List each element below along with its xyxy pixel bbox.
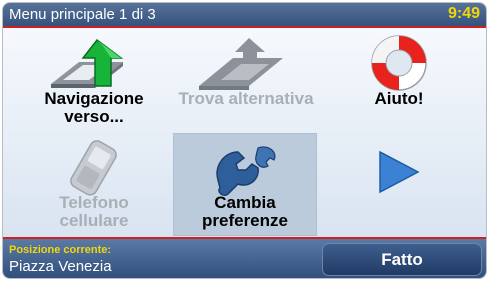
change-preferences-button[interactable]: Cambia preferenze <box>173 133 317 236</box>
alternative-route-icon <box>175 32 317 92</box>
change-preferences-label: Cambia preferenze <box>202 193 288 230</box>
help-label: Aiuto! <box>374 89 424 108</box>
current-position-label: Posizione corrente: <box>9 244 112 256</box>
next-page-button[interactable] <box>328 134 470 234</box>
navigate-to-button[interactable]: Navigazione verso... <box>23 30 165 130</box>
device-screen: Menu principale 1 di 3 9:49 Navigazione … <box>2 2 487 279</box>
lifebuoy-icon <box>328 32 470 92</box>
navigate-to-label: Navigazione verso... <box>44 89 144 126</box>
wrench-icon <box>174 136 316 197</box>
find-alternative-button[interactable]: Trova alternativa <box>175 30 317 130</box>
status-bar: Posizione corrente: Piazza Venezia Fatto <box>3 237 486 278</box>
title-bar: Menu principale 1 di 3 9:49 <box>3 3 486 28</box>
done-button[interactable]: Fatto <box>322 243 482 276</box>
current-position-value: Piazza Venezia <box>9 258 112 275</box>
navigate-arrow-icon <box>23 32 165 92</box>
mobile-phone-label: Telefono cellulare <box>59 193 129 230</box>
mobile-phone-button[interactable]: Telefono cellulare <box>23 134 165 234</box>
help-button[interactable]: Aiuto! <box>328 30 470 130</box>
mobile-phone-icon <box>23 136 165 196</box>
clock: 9:49 <box>447 5 480 22</box>
menu-title: Menu principale 1 di 3 <box>9 6 156 23</box>
menu-grid: Navigazione verso... Trova alternativa A… <box>3 28 486 237</box>
next-page-arrow-icon <box>328 148 470 208</box>
find-alternative-label: Trova alternativa <box>178 89 314 108</box>
